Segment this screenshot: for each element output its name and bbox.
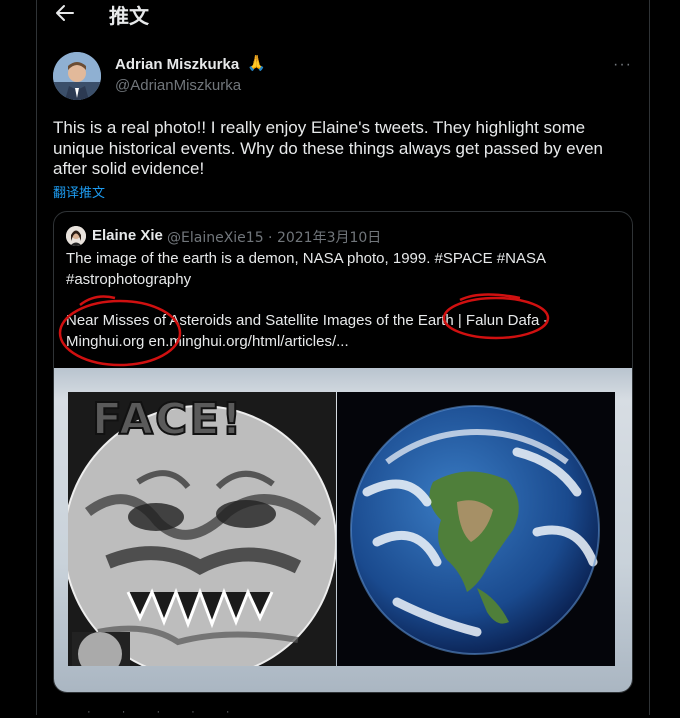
back-button[interactable] xyxy=(53,1,77,25)
display-name[interactable]: Adrian Miszkurka xyxy=(115,56,239,73)
quoted-tweet[interactable]: Elaine Xie @ElaineXie15 · 2021年3月10日 The… xyxy=(53,211,633,693)
handle[interactable]: @AdrianMiszkurka xyxy=(115,77,241,94)
avatar[interactable] xyxy=(53,52,101,100)
pray-icon: 🙏 xyxy=(247,55,266,72)
quote-link-text[interactable]: Near Misses of Asteroids and Satellite I… xyxy=(66,311,616,352)
action-bar-partial: · · · · · xyxy=(87,706,244,718)
quote-avatar-photo xyxy=(66,226,86,246)
quote-avatar xyxy=(66,226,86,246)
translate-link[interactable]: 翻译推文 xyxy=(53,182,105,201)
tweet-column: 推文 Adrian Miszkurka 🙏 @AdrianMiszkurka ·… xyxy=(36,0,650,718)
quote-text: The image of the earth is a demon, NASA … xyxy=(66,250,546,288)
header: 推文 xyxy=(37,0,649,30)
tweet-text: This is a real photo!! I really enjoy El… xyxy=(53,118,603,178)
avatar-photo xyxy=(53,52,101,100)
arrow-left-icon xyxy=(56,5,74,21)
face-caption: FACE! xyxy=(91,393,244,446)
blue-earth-image xyxy=(337,392,615,666)
quote-handle-date: @ElaineXie15 · 2021年3月10日 xyxy=(167,230,382,246)
blue-earth-graphic xyxy=(337,392,615,666)
quote-display-name: Elaine Xie xyxy=(92,227,163,244)
quote-media-image[interactable]: FACE! xyxy=(54,368,632,692)
page-title: 推文 xyxy=(109,4,149,28)
more-options-button[interactable]: ··· xyxy=(613,56,632,74)
face-earth-image: FACE! xyxy=(68,392,336,666)
